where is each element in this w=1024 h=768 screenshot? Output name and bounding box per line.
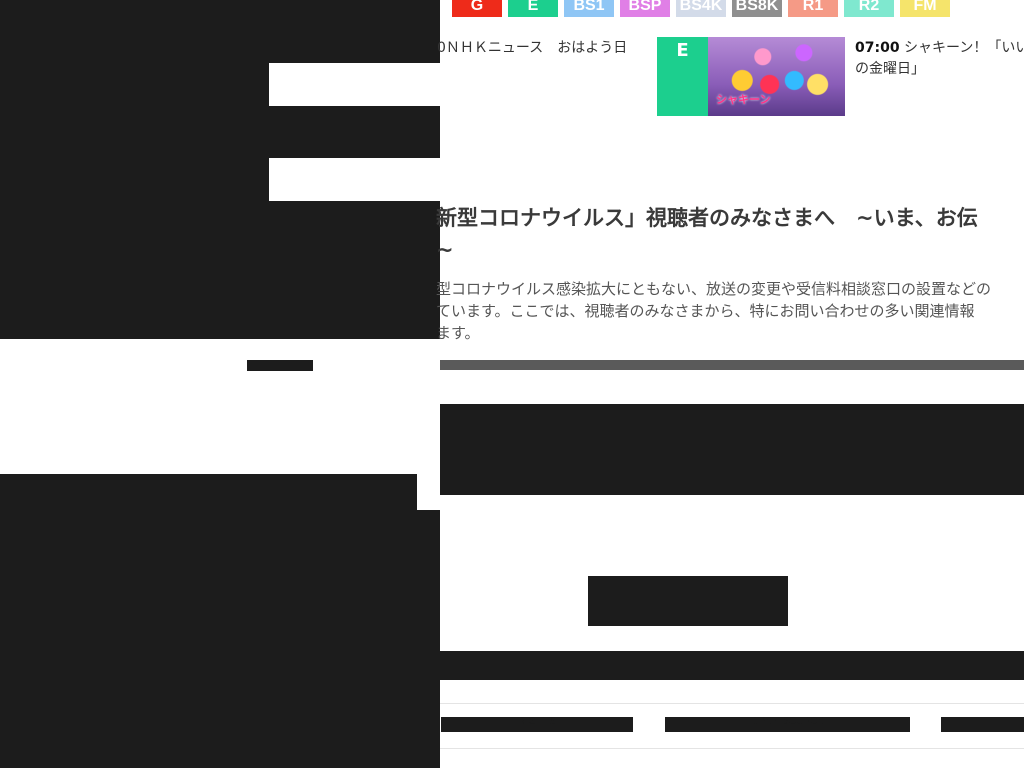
notice-headline[interactable]: 新型コロナウイルス」視聴者のみなさまへ ~いま、お伝 ~ [436,202,1024,266]
channel-tab-r1[interactable]: R1 [788,0,838,17]
program-image: シャキーン [708,37,845,116]
program-title-line2: の金曜日」 [855,61,925,77]
notice-headline-line1: 新型コロナウイルス」視聴者のみなさまへ ~いま、お伝 [436,206,978,230]
channel-tab-r2[interactable]: R2 [844,0,894,17]
program-thumbnail[interactable]: E シャキーン [657,37,845,116]
channel-tab-e[interactable]: E [508,0,558,17]
footer-link-h[interactable]: H [941,717,1024,732]
channel-tab-bsp[interactable]: BSP [620,0,670,17]
notice-headline-line2: ~ [436,238,454,262]
redacted-small-bar [247,360,313,371]
program-title-left[interactable]: 0ＮＨＫニュース おはよう日 [437,38,652,59]
redacted-footer-banner [440,651,1024,680]
redacted-button[interactable] [588,576,788,626]
redacted-block-bottom-left [0,474,417,768]
channel-tab-bs4k[interactable]: BS4K [676,0,726,17]
channel-tab-bs1[interactable]: BS1 [564,0,614,17]
section-divider-bar [440,360,1024,370]
notice-desc-line3: ます。 [436,324,480,342]
footer-link-open-source[interactable]: OPEN SOURCE [665,717,910,732]
channel-tab-g[interactable]: G [452,0,502,17]
redacted-content-block [440,404,1024,495]
channel-tab-bs8k[interactable]: BS8K [732,0,782,17]
redacted-block-bottom-left-column [417,510,440,768]
redacted-white-strip-2 [269,158,440,201]
notice-description: 型コロナウイルス感染拡大にともない、放送の変更や受信料相談窓口の設置などの てい… [436,278,1024,344]
channel-badge-e: E [657,37,708,116]
redacted-white-strip-1 [269,63,440,106]
channel-tab-fm[interactable]: FM [900,0,950,17]
footer-link-rights[interactable]: RIGHTS [441,717,633,732]
program-title-line1: シャキーン！「いい [904,40,1024,56]
program-time: 07:00 [855,40,900,56]
footer-divider-bottom [440,748,1024,749]
notice-desc-line1: 型コロナウイルス感染拡大にともない、放送の変更や受信料相談窓口の設置などの [436,280,992,298]
program-info-right[interactable]: 07:00 シャキーン！「いい の金曜日」 [855,38,1024,80]
program-logo: シャキーン [716,93,771,106]
notice-desc-line2: ています。ここでは、視聴者のみなさまから、特にお問い合わせの多い関連情報 [436,302,975,320]
footer-divider-top [440,703,1024,704]
